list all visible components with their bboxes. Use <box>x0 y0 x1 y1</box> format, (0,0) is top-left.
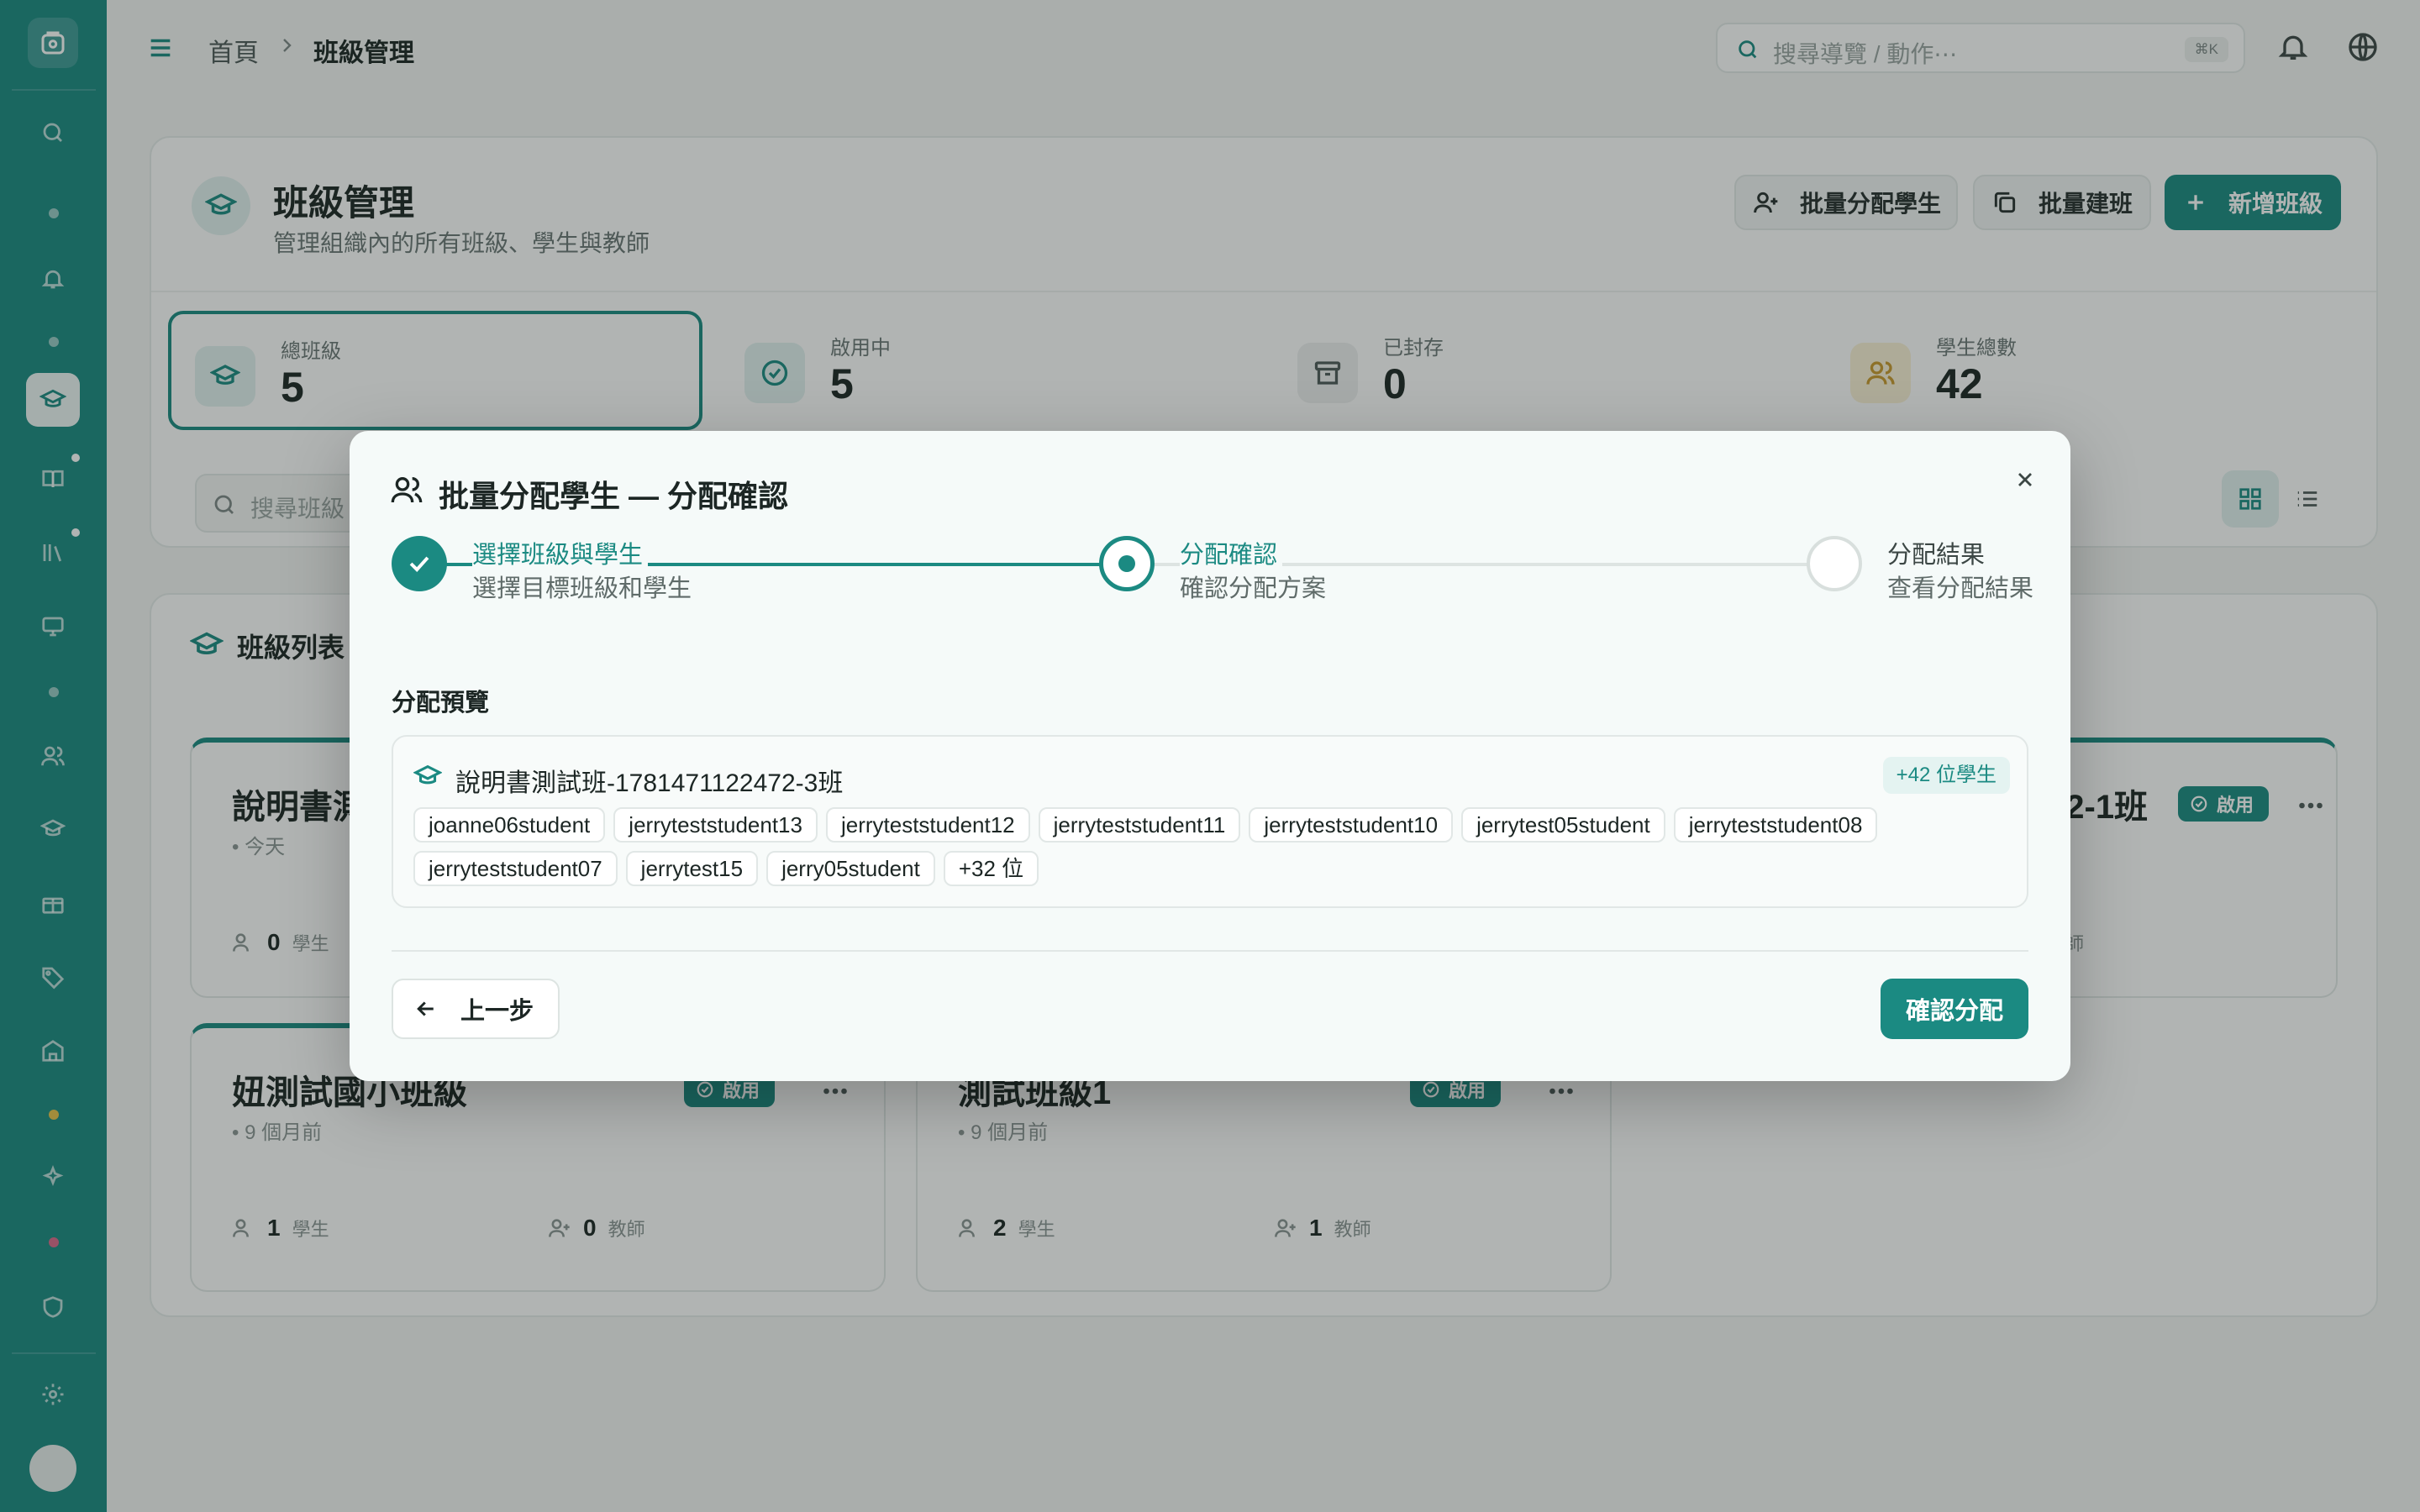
student-chip: jerryteststudent07 <box>413 851 618 886</box>
student-chip: jerry05student <box>766 851 935 886</box>
back-button[interactable]: 上一步 <box>392 979 560 1039</box>
preview-class-name: 說明書測試班-1781471122472-3班 <box>455 769 844 797</box>
users-icon <box>390 473 424 507</box>
student-chip: jerryteststudent10 <box>1249 807 1454 843</box>
back-button-label: 上一步 <box>460 998 534 1025</box>
step-1-title: 選擇班級與學生 <box>472 535 649 570</box>
student-chip: jerrytest15 <box>625 851 759 886</box>
confirm-assign-button[interactable]: 確認分配 <box>1881 979 2028 1039</box>
step-3-indicator <box>1807 536 1862 591</box>
student-chip: jerrytest05student <box>1461 807 1665 843</box>
student-chip-list: joanne06student jerryteststudent13 jerry… <box>413 807 2010 886</box>
step-3-description: 查看分配結果 <box>1887 575 2034 602</box>
modal-footer-divider <box>392 950 2028 952</box>
modal-title: 批量分配學生 — 分配確認 <box>439 479 789 513</box>
student-chip: jerryteststudent13 <box>613 807 818 843</box>
step-3-title: 分配結果 <box>1887 535 1991 570</box>
step-1-description: 選擇目標班級和學生 <box>472 575 692 602</box>
more-students-chip: +32 位 <box>943 851 1039 886</box>
close-icon[interactable] <box>2005 459 2045 500</box>
student-count-badge: +42 位學生 <box>1882 757 2010 794</box>
assignment-preview: 說明書測試班-1781471122472-3班 +42 位學生 joanne06… <box>392 735 2028 908</box>
arrow-left-icon <box>417 1001 434 1016</box>
preview-label: 分配預覽 <box>392 690 490 717</box>
step-2-description: 確認分配方案 <box>1180 575 1327 602</box>
step-2-title: 分配確認 <box>1180 535 1283 570</box>
graduation-cap-icon <box>413 762 442 790</box>
student-chip: jerryteststudent11 <box>1038 807 1241 843</box>
student-chip: jerryteststudent12 <box>825 807 1030 843</box>
student-chip: joanne06student <box>413 807 606 843</box>
batch-assign-modal: 批量分配學生 — 分配確認 選擇班級與學生 選擇目標班級和學生 分配確認 確認分… <box>350 431 2070 1081</box>
step-2-indicator <box>1099 536 1155 591</box>
step-1-check-icon <box>392 536 447 591</box>
student-chip: jerryteststudent08 <box>1673 807 1878 843</box>
